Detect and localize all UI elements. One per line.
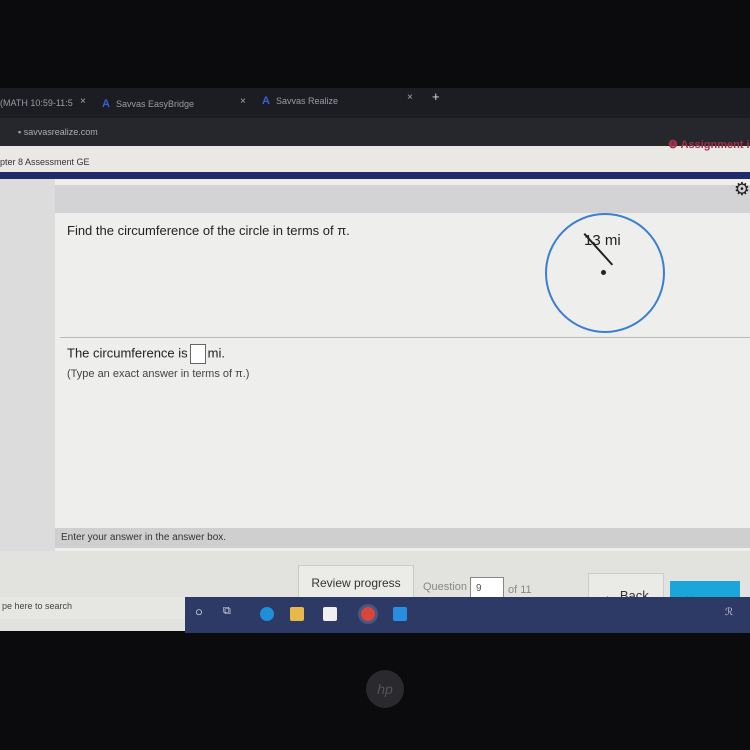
close-icon[interactable]: × — [240, 96, 246, 107]
radius-label: 13 mi — [584, 232, 621, 249]
close-icon[interactable]: × — [80, 96, 86, 107]
answer-line: The circumference is mi. — [67, 344, 225, 364]
question-total: of 11 — [508, 584, 532, 596]
taskbar: ○ ⧉ ℛ — [185, 597, 750, 633]
tab-realize[interactable]: A Savvas Realize — [262, 95, 338, 107]
divider — [60, 337, 750, 338]
savvas-icon: A — [102, 98, 110, 110]
assessment-header: pter 8 Assessment GE ❶ Assignment i — [0, 139, 750, 172]
header-stripe — [0, 172, 750, 179]
task-view-icon[interactable]: ⧉ — [223, 605, 231, 618]
mail-icon[interactable] — [393, 607, 407, 621]
file-explorer-icon[interactable] — [290, 607, 304, 621]
review-progress-button[interactable]: Review progress — [298, 565, 414, 601]
tab-math[interactable]: (MATH 10:59-11:5 — [0, 98, 73, 108]
hp-logo: hp — [366, 670, 404, 708]
page-title: pter 8 Assessment GE — [0, 157, 90, 167]
assignment-info-button[interactable]: ❶ Assignment i — [668, 138, 750, 151]
people-icon[interactable]: ℛ — [725, 607, 733, 618]
taskbar-search[interactable]: pe here to search — [0, 597, 185, 619]
answer-input[interactable] — [189, 344, 206, 364]
status-bar: Enter your answer in the answer box. — [55, 528, 750, 548]
tab-label: (MATH 10:59-11:5 — [0, 98, 73, 108]
question-prompt: Find the circumference of the circle in … — [67, 223, 350, 238]
savvas-icon: A — [262, 95, 270, 107]
answer-hint: (Type an exact answer in terms of π.) — [67, 368, 250, 380]
cortana-icon[interactable]: ○ — [195, 604, 203, 619]
tab-label: Savvas Realize — [275, 96, 338, 106]
store-icon[interactable] — [323, 607, 337, 621]
question-toolbar — [55, 185, 750, 213]
center-point — [601, 270, 606, 275]
browser-tab-bar: (MATH 10:59-11:5 × A Savvas EasyBridge × … — [0, 88, 750, 118]
info-icon: ❶ — [668, 139, 681, 151]
tab-label: Savvas EasyBridge — [115, 99, 194, 109]
edge-icon[interactable] — [260, 607, 274, 621]
address-bar[interactable]: ▪ savvasrealize.com — [0, 118, 750, 146]
url-text: savvasrealize.com — [23, 127, 98, 137]
gear-icon[interactable]: ⚙ — [734, 179, 750, 200]
question-label: Question — [423, 581, 468, 593]
tab-easybridge[interactable]: A Savvas EasyBridge — [102, 98, 194, 110]
chrome-icon[interactable] — [361, 607, 375, 621]
new-tab-button[interactable]: + — [432, 89, 440, 104]
close-icon[interactable]: × — [407, 92, 413, 103]
